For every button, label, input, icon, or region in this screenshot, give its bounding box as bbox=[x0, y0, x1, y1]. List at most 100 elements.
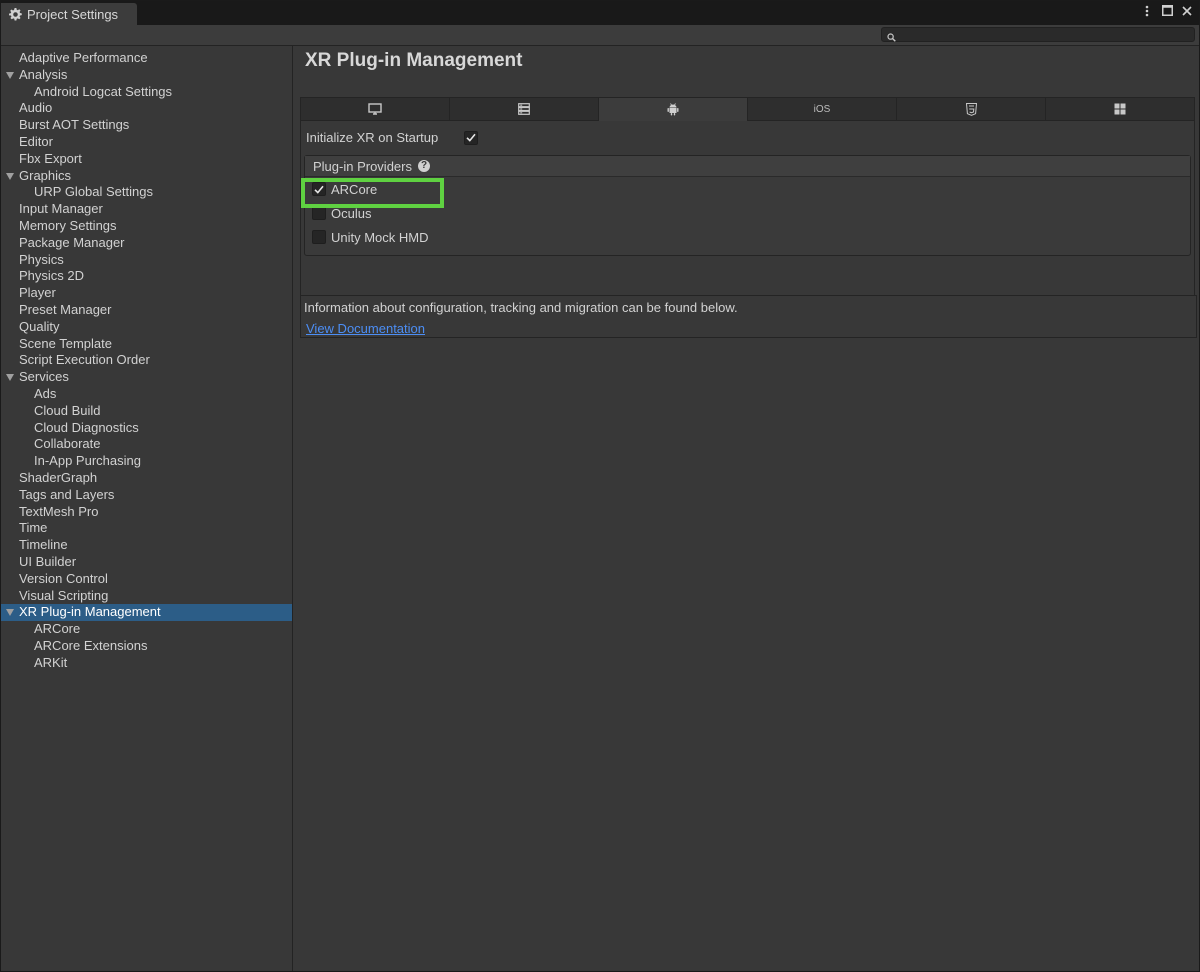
android-icon bbox=[667, 103, 679, 116]
sidebar-item[interactable]: ARKit bbox=[1, 655, 292, 672]
sidebar-item-label: Preset Manager bbox=[19, 301, 112, 317]
sidebar-item[interactable]: Tags and Layers bbox=[1, 487, 292, 504]
sidebar-item[interactable]: ARCore bbox=[1, 621, 292, 638]
sidebar-item[interactable]: TextMesh Pro bbox=[1, 504, 292, 521]
sidebar-item[interactable]: Cloud Diagnostics bbox=[1, 420, 292, 437]
sidebar-item[interactable]: Preset Manager bbox=[1, 302, 292, 319]
sidebar-item[interactable]: URP Global Settings bbox=[1, 184, 292, 201]
init-xr-checkbox[interactable] bbox=[464, 130, 478, 145]
settings-sidebar: Adaptive Performance Analysis Android Logc… bbox=[1, 46, 293, 971]
foldout-arrow-icon[interactable] bbox=[6, 172, 14, 180]
sidebar-item-label: Android Logcat Settings bbox=[34, 83, 173, 99]
provider-label: Oculus bbox=[331, 205, 372, 221]
page-title: XR Plug-in Management bbox=[305, 50, 523, 71]
foldout-arrow-icon[interactable] bbox=[6, 374, 14, 382]
windows-icon bbox=[1114, 103, 1126, 115]
sidebar-item-label: Ads bbox=[34, 385, 57, 401]
close-icon[interactable] bbox=[1181, 5, 1193, 19]
sidebar-item[interactable]: Scene Template bbox=[1, 336, 292, 353]
sidebar-item-label: Input Manager bbox=[19, 201, 103, 217]
sidebar-item[interactable]: XR Plug-in Management bbox=[1, 604, 292, 622]
view-documentation-link[interactable]: View Documentation bbox=[306, 321, 425, 336]
sidebar-item[interactable]: Memory Settings bbox=[1, 218, 292, 235]
sidebar-item[interactable]: Cloud Build bbox=[1, 403, 292, 420]
tab-ios[interactable]: iOS bbox=[748, 98, 897, 120]
sidebar-item-label: Cloud Build bbox=[34, 402, 101, 418]
sidebar-item-label: XR Plug-in Management bbox=[19, 604, 161, 620]
tab-standalone[interactable] bbox=[301, 98, 450, 120]
foldout-arrow-icon[interactable] bbox=[6, 71, 14, 79]
provider-checkbox[interactable] bbox=[312, 182, 326, 196]
sidebar-item[interactable]: Graphics bbox=[1, 168, 292, 185]
sidebar-item-label: Adaptive Performance bbox=[19, 50, 148, 65]
sidebar-item[interactable]: Editor bbox=[1, 134, 292, 151]
info-panel: Information about configuration, trackin… bbox=[300, 295, 1197, 338]
sidebar-item[interactable]: Burst AOT Settings bbox=[1, 117, 292, 134]
sidebar-item[interactable]: Quality bbox=[1, 319, 292, 336]
sidebar-item[interactable]: Script Execution Order bbox=[1, 352, 292, 369]
sidebar-item[interactable]: Physics bbox=[1, 252, 292, 269]
sidebar-item[interactable]: Time bbox=[1, 520, 292, 537]
sidebar-item[interactable]: ShaderGraph bbox=[1, 470, 292, 487]
maximize-icon[interactable] bbox=[1161, 5, 1173, 19]
tab-android[interactable] bbox=[599, 98, 748, 121]
sidebar-item[interactable]: Timeline bbox=[1, 537, 292, 554]
main-panel: XR Plug-in Management iOS Initialize XR … bbox=[294, 46, 1199, 971]
sidebar-item[interactable]: Adaptive Performance bbox=[1, 50, 292, 67]
monitor-icon bbox=[368, 103, 382, 115]
provider-row: ARCore bbox=[305, 177, 1190, 201]
search-input[interactable] bbox=[898, 28, 1188, 41]
search-box[interactable] bbox=[881, 27, 1195, 42]
sidebar-item-label: Timeline bbox=[19, 537, 68, 553]
tab-windows[interactable] bbox=[1046, 98, 1194, 120]
sidebar-item-label: Analysis bbox=[19, 66, 68, 82]
sidebar-item[interactable]: Analysis bbox=[1, 67, 292, 84]
sidebar-item[interactable]: Audio bbox=[1, 100, 292, 117]
plugin-providers-panel: Plug-in Providers ? ARCore Oculus Unity Mo… bbox=[304, 155, 1191, 256]
sidebar-item-label: Time bbox=[19, 520, 48, 536]
sidebar-item[interactable]: ARCore Extensions bbox=[1, 638, 292, 655]
init-xr-label: Initialize XR on Startup bbox=[306, 130, 439, 145]
toolbar bbox=[1, 25, 1199, 46]
foldout-arrow-icon[interactable] bbox=[6, 609, 14, 617]
checkmark-icon bbox=[314, 185, 324, 194]
sidebar-item-label: Package Manager bbox=[19, 234, 125, 250]
sidebar-item[interactable]: UI Builder bbox=[1, 554, 292, 571]
window-title: Project Settings bbox=[27, 6, 119, 22]
plugin-providers-header: Plug-in Providers ? bbox=[305, 156, 1190, 177]
tab-server[interactable] bbox=[450, 98, 599, 120]
sidebar-item[interactable]: Package Manager bbox=[1, 235, 292, 252]
sidebar-item[interactable]: Android Logcat Settings bbox=[1, 84, 292, 101]
sidebar-item-label: Burst AOT Settings bbox=[19, 117, 130, 133]
sidebar-item[interactable]: In-App Purchasing bbox=[1, 453, 292, 470]
sidebar-item-label: Tags and Layers bbox=[19, 486, 115, 502]
sidebar-item-label: ShaderGraph bbox=[19, 469, 98, 485]
provider-label: Unity Mock HMD bbox=[331, 229, 429, 245]
sidebar-item[interactable]: Input Manager bbox=[1, 201, 292, 218]
sidebar-item[interactable]: Fbx Export bbox=[1, 151, 292, 168]
kebab-menu-icon[interactable] bbox=[1141, 5, 1153, 19]
tab-webgl[interactable] bbox=[897, 98, 1046, 120]
provider-label: ARCore bbox=[331, 181, 378, 197]
sidebar-item[interactable]: Collaborate bbox=[1, 436, 292, 453]
server-icon bbox=[518, 103, 530, 115]
sidebar-item-label: Audio bbox=[19, 100, 53, 116]
provider-row: Unity Mock HMD bbox=[305, 225, 1190, 249]
sidebar-item[interactable]: Version Control bbox=[1, 571, 292, 588]
sidebar-item-label: Physics 2D bbox=[19, 268, 85, 284]
sidebar-item-label: Memory Settings bbox=[19, 217, 117, 233]
help-icon[interactable]: ? bbox=[418, 160, 430, 172]
provider-checkbox[interactable] bbox=[312, 230, 326, 244]
sidebar-item-label: Fbx Export bbox=[19, 150, 82, 166]
tab-label: iOS bbox=[813, 103, 831, 115]
sidebar-item-label: Version Control bbox=[19, 570, 108, 586]
sidebar-item[interactable]: Visual Scripting bbox=[1, 588, 292, 605]
sidebar-item[interactable]: Ads bbox=[1, 386, 292, 403]
sidebar-item-label: ARCore Extensions bbox=[34, 637, 148, 653]
window-tab[interactable]: Project Settings bbox=[1, 3, 137, 25]
sidebar-item[interactable]: Physics 2D bbox=[1, 268, 292, 285]
sidebar-item[interactable]: Player bbox=[1, 285, 292, 302]
sidebar-item[interactable]: Services bbox=[1, 369, 292, 386]
sidebar-item-label: ARCore bbox=[34, 621, 81, 637]
provider-checkbox[interactable] bbox=[312, 206, 326, 220]
